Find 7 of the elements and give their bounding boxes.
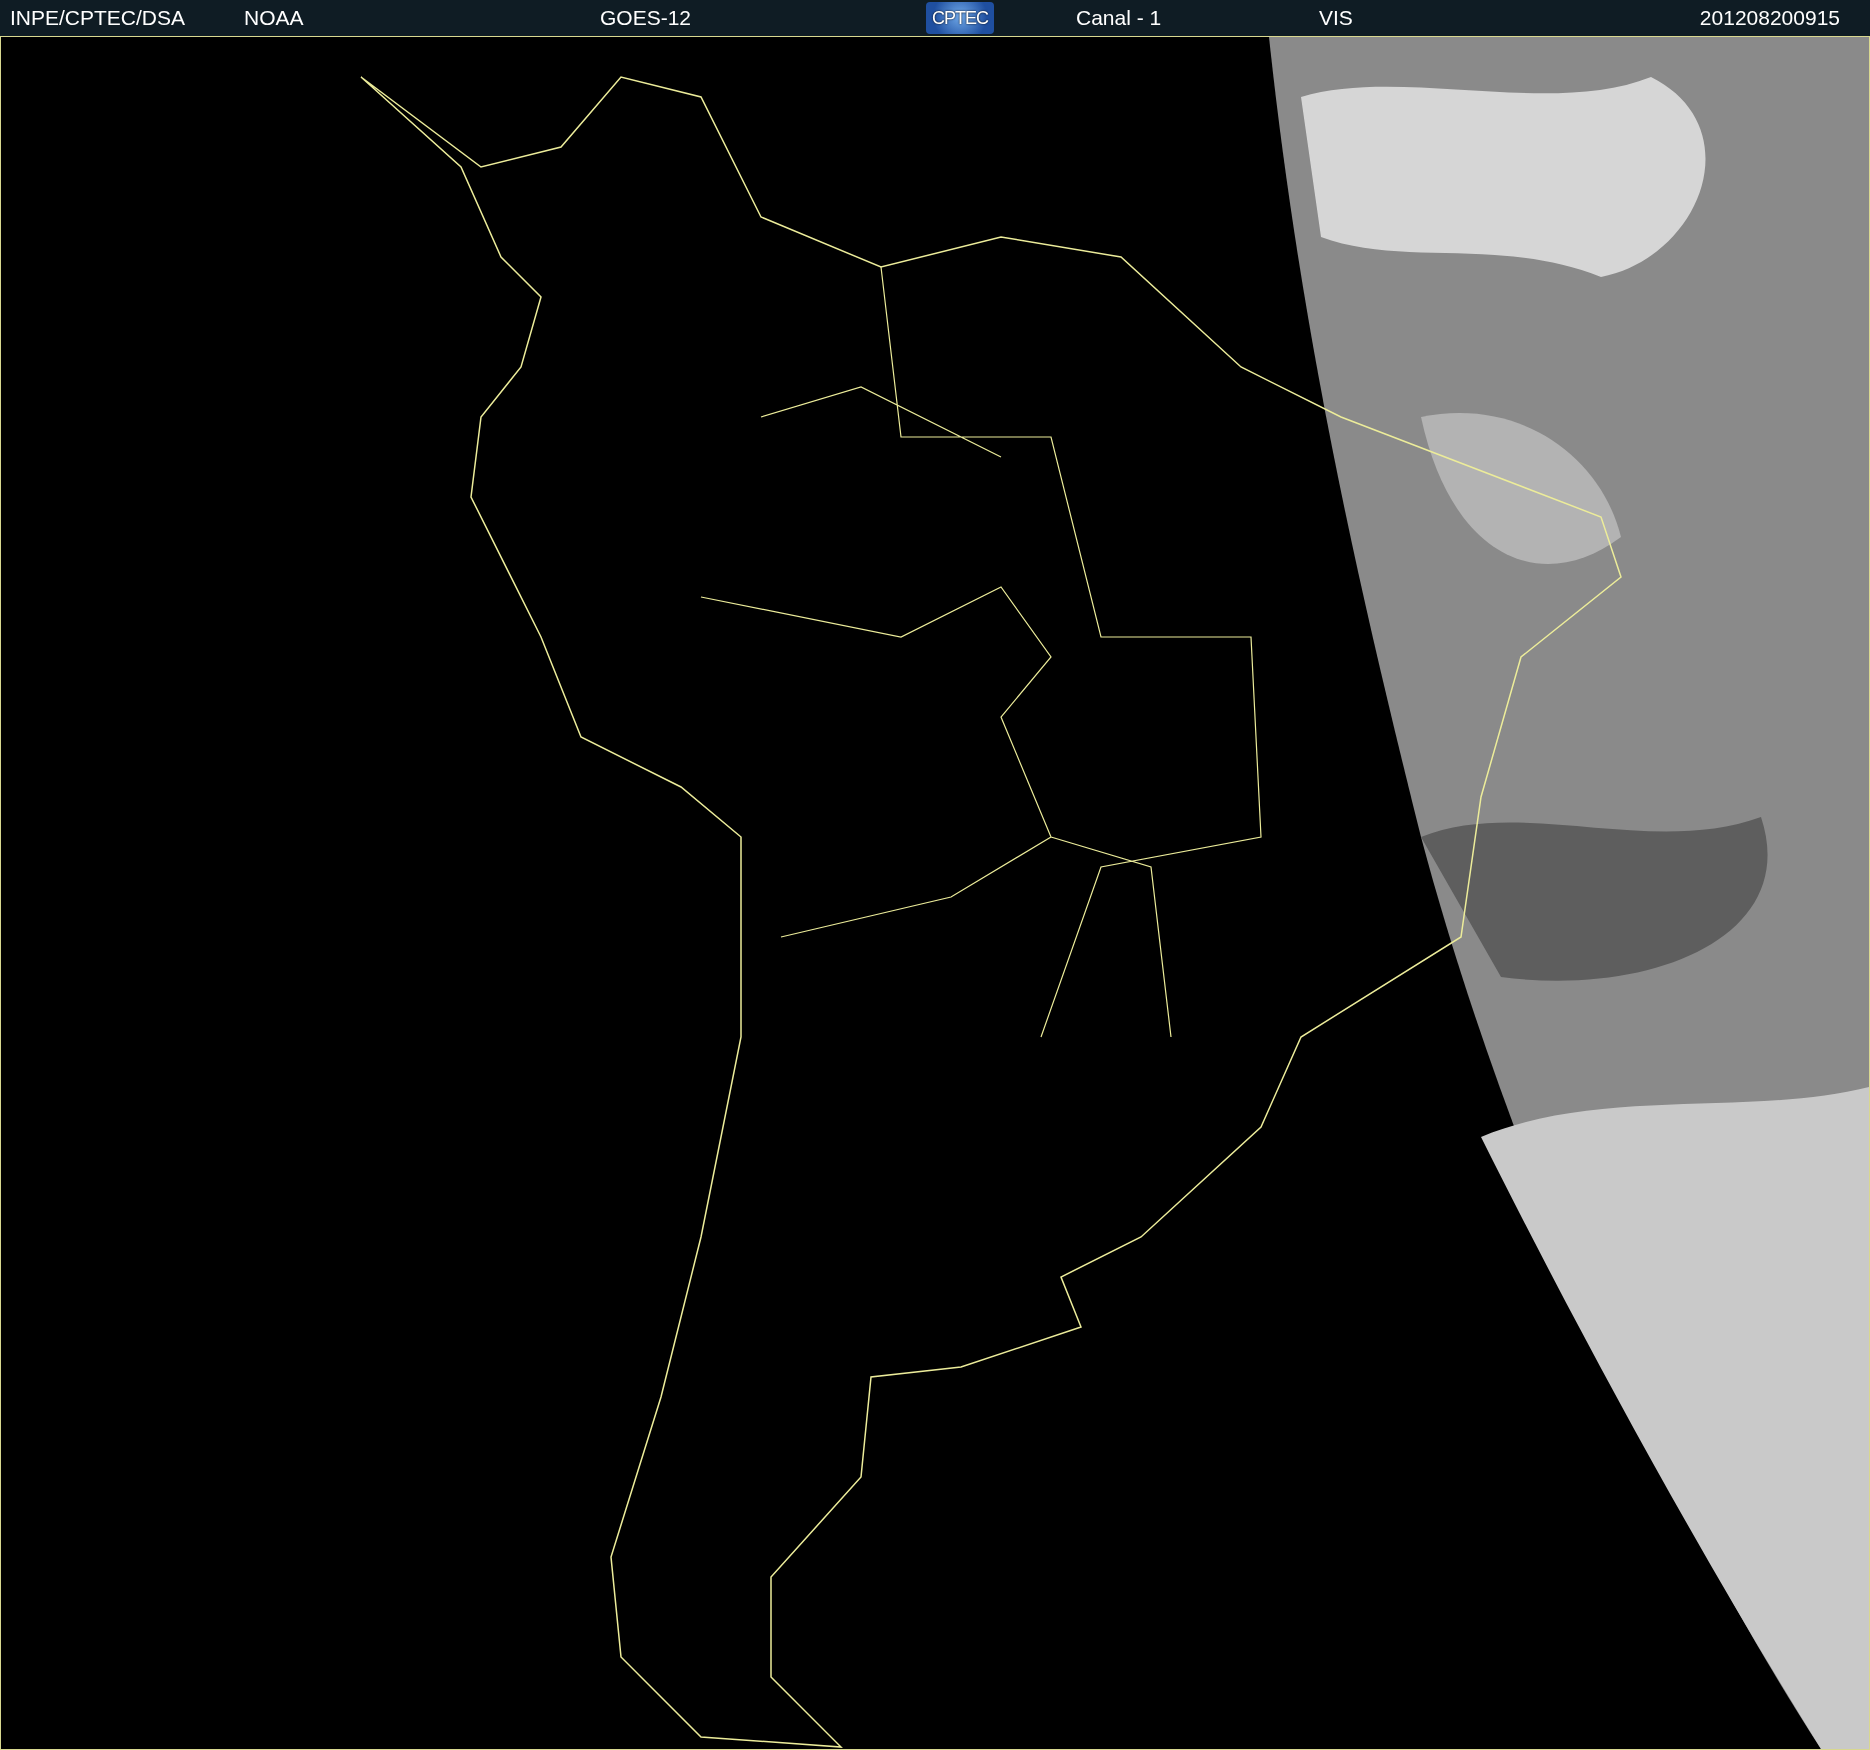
band-label: VIS xyxy=(1319,6,1354,30)
agency-label: NOAA xyxy=(244,6,305,30)
satellite-label: GOES-12 xyxy=(600,6,693,30)
logo: CPTEC xyxy=(926,2,994,34)
channel-label: Canal - 1 xyxy=(1076,6,1163,30)
source-label: INPE/CPTEC/DSA xyxy=(10,6,187,30)
timestamp-label: 201208200915 xyxy=(1698,6,1841,30)
